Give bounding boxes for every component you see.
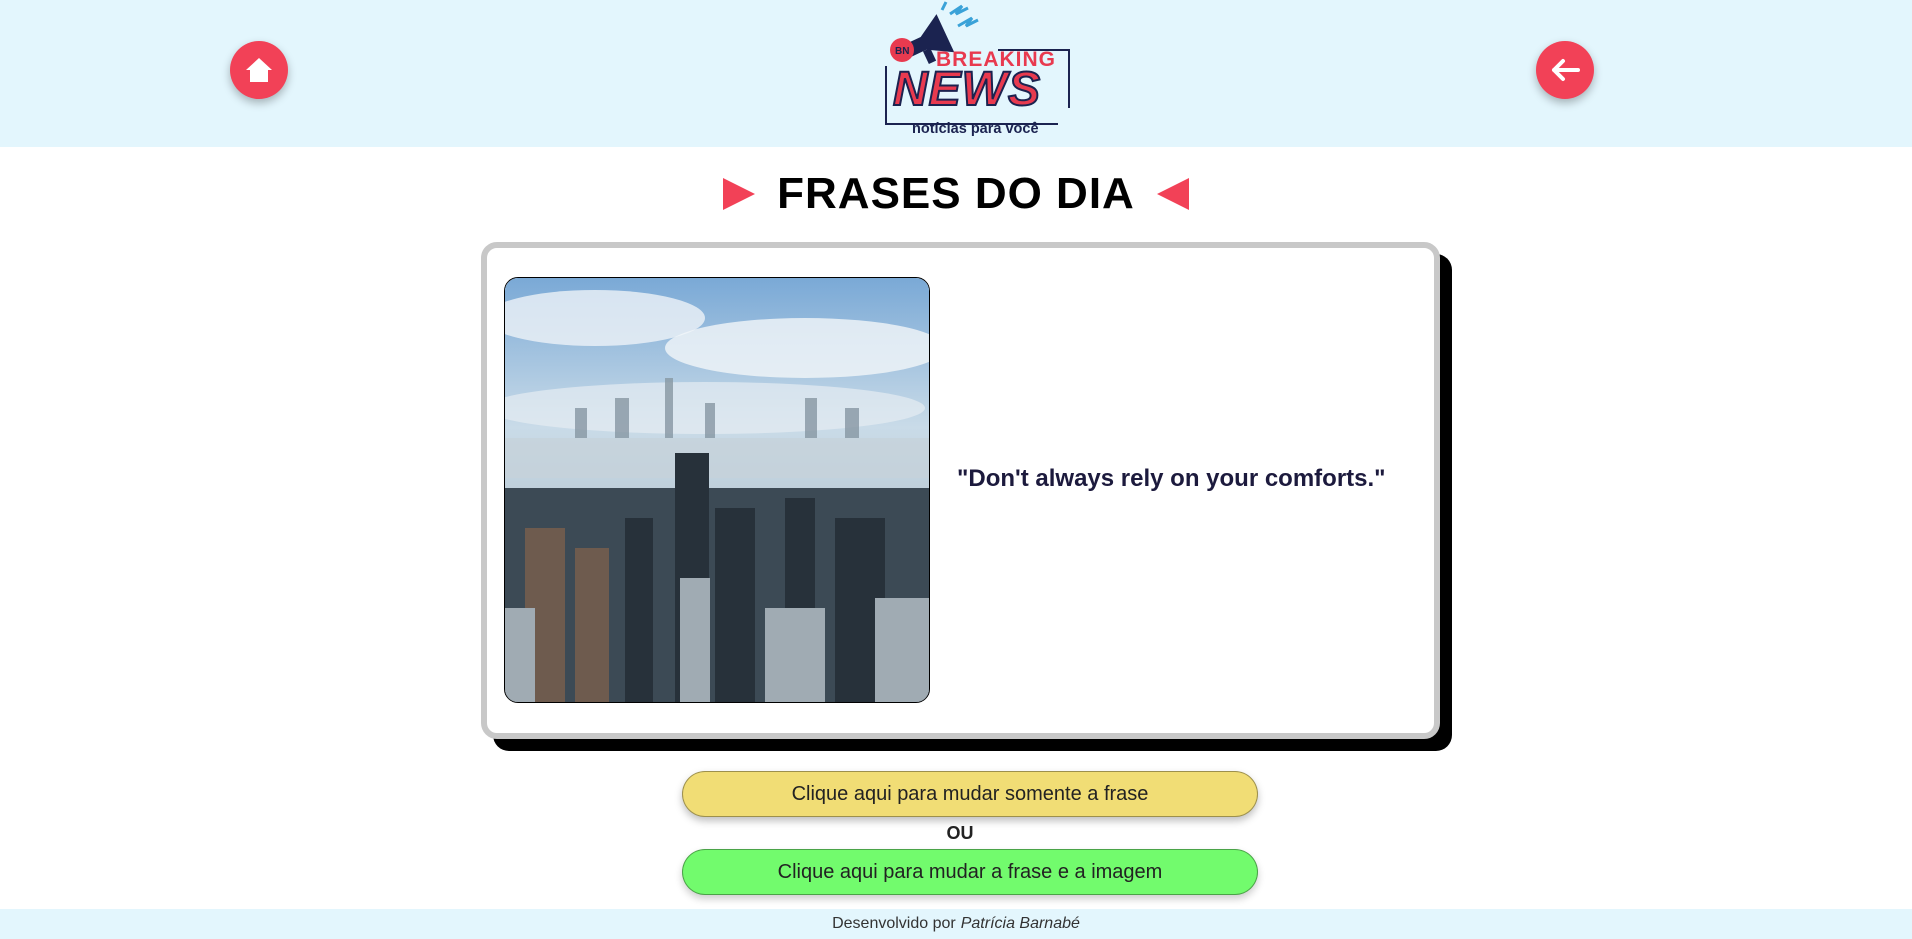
home-button[interactable] [230,41,288,99]
change-phrase-and-image-button[interactable]: Clique aqui para mudar a frase e a image… [682,849,1258,895]
logo[interactable]: BN BREAKING NEWS notícias para você [880,0,1080,140]
triangle-left-icon [1156,178,1189,210]
footer-prefix: Desenvolvido por [832,915,956,932]
or-separator: OU [946,823,974,843]
page-title-row: FRASES DO DIA [0,168,1912,220]
page-title: FRASES DO DIA [777,169,1135,218]
triangle-right-icon [723,178,756,210]
site-header: BN BREAKING NEWS notícias para você [0,0,1912,147]
back-button[interactable] [1536,41,1594,99]
logo-tagline: notícias para você [912,121,1039,137]
arrow-left-icon [1552,59,1580,81]
quote-text: "Don't always rely on your comforts." [957,465,1386,492]
footer: Desenvolvido por Patrícia Barnabé [0,909,1912,939]
logo-badge: BN [895,46,909,57]
home-icon [246,58,272,82]
change-phrase-button[interactable]: Clique aqui para mudar somente a frase [682,771,1258,817]
footer-author: Patrícia Barnabé [960,915,1080,932]
quote-card: "Don't always rely on your comforts." [481,242,1440,739]
city-photo [504,277,930,703]
logo-news-text: NEWS [892,63,1041,116]
